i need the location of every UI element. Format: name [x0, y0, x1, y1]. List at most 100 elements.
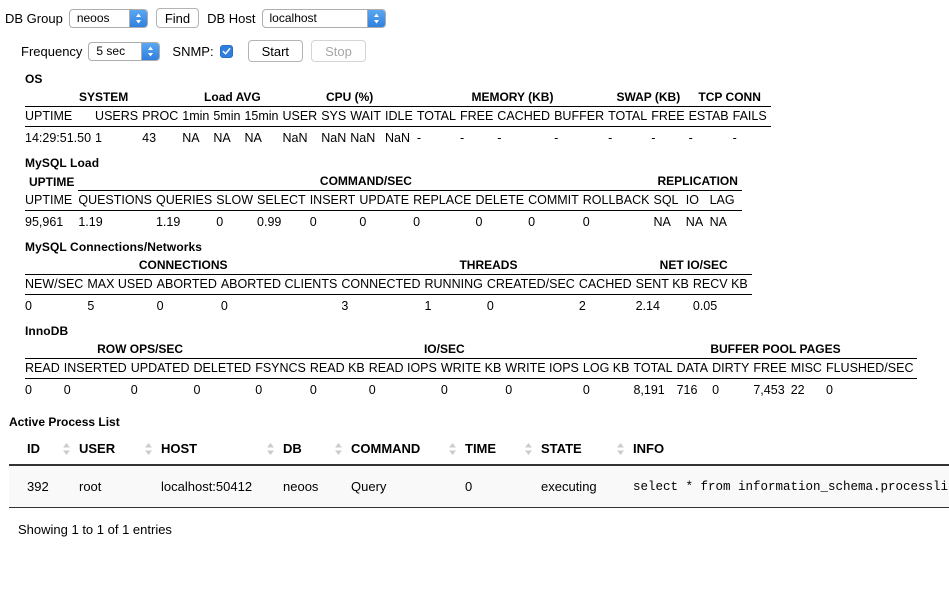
column-header: ESTAB	[689, 107, 733, 127]
column-header-db[interactable]: DB	[283, 433, 351, 465]
column-header-user[interactable]: USER	[79, 433, 161, 465]
metric-value: 0	[25, 379, 64, 400]
metric-value: 1.19	[156, 211, 216, 232]
column-header: REPLACE	[413, 191, 475, 211]
sort-arrows-icon[interactable]	[334, 442, 343, 456]
column-header-host[interactable]: HOST	[161, 433, 283, 465]
column-header: DATA	[677, 359, 712, 379]
frequency-select[interactable]: 5 sec	[88, 42, 160, 61]
column-header-row: UPTIME USERS PROC 1min 5min 15min USER S…	[25, 107, 771, 127]
metrics-table-mysql-load: UPTIME COMMAND/SEC REPLICATION UPTIME QU…	[25, 173, 742, 231]
section-mysql-connections: MySQL Connections/Networks CONNECTIONS T…	[25, 240, 949, 315]
sort-arrows-icon[interactable]	[616, 442, 625, 456]
metric-value: 0	[310, 379, 369, 400]
metric-value: 0	[255, 379, 310, 400]
column-header: MAX USED	[87, 275, 156, 295]
metrics-table-os: SYSTEM Load AVG CPU (%) MEMORY (KB) SWAP…	[25, 89, 771, 147]
column-header: WRITE IOPS	[505, 359, 583, 379]
start-button[interactable]: Start	[248, 40, 303, 62]
chevron-updown-icon[interactable]	[141, 43, 159, 60]
column-header-label: ID	[27, 441, 40, 456]
sort-arrows-icon[interactable]	[448, 442, 457, 456]
metric-value: -	[497, 127, 554, 148]
metrics-value-row: 0 0 0 0 0 0 0 0 0 0 8,191 716 0 7,453 22…	[25, 379, 917, 400]
group-header: THREADS	[341, 257, 635, 275]
section-title-innodb: InnoDB	[25, 324, 949, 338]
column-header-row: UPTIME QUESTIONS QUERIES SLOW SELECT INS…	[25, 191, 742, 211]
column-header: 5min	[213, 107, 244, 127]
section-title-mysql-load: MySQL Load	[25, 156, 949, 170]
group-header: CPU (%)	[282, 89, 416, 107]
column-header: DELETED	[194, 359, 256, 379]
db-group-select[interactable]: neoos	[69, 9, 148, 28]
column-header: UPTIME	[25, 191, 78, 211]
metric-value: NA	[213, 127, 244, 148]
group-header: Load AVG	[182, 89, 282, 107]
chevron-updown-icon[interactable]	[129, 10, 147, 27]
group-header: CONNECTIONS	[25, 257, 341, 275]
column-header: FREE	[651, 107, 688, 127]
column-header: IDLE	[385, 107, 417, 127]
column-header: LOG KB	[583, 359, 634, 379]
column-header-info[interactable]: INFO	[633, 433, 949, 465]
sort-arrows-icon[interactable]	[266, 442, 275, 456]
metric-value: 0	[441, 379, 505, 400]
group-header: NET IO/SEC	[636, 257, 752, 275]
cell-state: executing	[541, 465, 633, 508]
metric-value: 0	[131, 379, 194, 400]
group-header-row: UPTIME COMMAND/SEC REPLICATION	[25, 173, 742, 191]
sort-arrows-icon[interactable]	[144, 442, 153, 456]
metric-value: NA	[710, 211, 742, 232]
section-innodb: InnoDB ROW OPS/SEC IO/SEC BUFFER POOL PA…	[25, 324, 949, 399]
column-header-time[interactable]: TIME	[465, 433, 541, 465]
db-host-select[interactable]: localhost	[262, 9, 386, 28]
snmp-label: SNMP:	[172, 44, 213, 59]
column-header: READ IOPS	[369, 359, 441, 379]
metric-value: NaN	[282, 127, 321, 148]
group-header: COMMAND/SEC	[78, 173, 653, 191]
metric-value: 1	[424, 295, 486, 316]
column-header-row: READ INSERTED UPDATED DELETED FSYNCS REA…	[25, 359, 917, 379]
column-header: ABORTED	[157, 275, 221, 295]
chevron-updown-icon[interactable]	[367, 10, 385, 27]
group-header: TCP CONN	[689, 89, 771, 107]
column-header: SQL	[653, 191, 685, 211]
metric-value: 2.14	[636, 295, 693, 316]
metric-value: 0	[369, 379, 441, 400]
group-header: BUFFER POOL PAGES	[633, 341, 917, 359]
table-row[interactable]: 392 root localhost:50412 neoos Query 0 e…	[9, 465, 949, 508]
metrics-table-mysql-connections: CONNECTIONS THREADS NET IO/SEC NEW/SEC M…	[25, 257, 752, 315]
column-header: RUNNING	[424, 275, 486, 295]
active-process-list-title: Active Process List	[9, 415, 949, 429]
section-mysql-load: MySQL Load UPTIME COMMAND/SEC REPLICATIO…	[25, 156, 949, 231]
metric-value: NA	[182, 127, 213, 148]
metric-value: 0	[528, 211, 583, 232]
metric-value: -	[651, 127, 688, 148]
column-header-command[interactable]: COMMAND	[351, 433, 465, 465]
column-header-state[interactable]: STATE	[541, 433, 633, 465]
metric-value: NA	[653, 211, 685, 232]
column-header: CACHED	[497, 107, 554, 127]
metric-value: 7,453	[753, 379, 790, 400]
sort-arrows-icon[interactable]	[524, 442, 533, 456]
find-button[interactable]: Find	[156, 8, 199, 28]
process-list-header-row: ID USER	[9, 433, 949, 465]
column-header: QUERIES	[156, 191, 216, 211]
column-header-id[interactable]: ID	[9, 433, 79, 465]
column-header: ROLLBACK	[583, 191, 654, 211]
db-host-label: DB Host	[207, 11, 255, 26]
column-header: CONNECTED	[341, 275, 424, 295]
snmp-checkbox[interactable]	[220, 45, 233, 58]
column-header: 1min	[182, 107, 213, 127]
metric-value: 0	[583, 211, 654, 232]
metric-value: -	[417, 127, 460, 148]
column-header: FREE	[460, 107, 497, 127]
column-header-label: HOST	[161, 441, 197, 456]
column-header-row: NEW/SEC MAX USED ABORTED ABORTED CLIENTS…	[25, 275, 752, 295]
frequency-label: Frequency	[21, 44, 82, 59]
sort-arrows-icon[interactable]	[62, 442, 71, 456]
metric-value: 5	[87, 295, 156, 316]
column-header-label: DB	[283, 441, 302, 456]
column-header: SYS	[321, 107, 350, 127]
metrics-value-row: 0 5 0 0 3 1 0 2 2.14 0.05	[25, 295, 752, 316]
